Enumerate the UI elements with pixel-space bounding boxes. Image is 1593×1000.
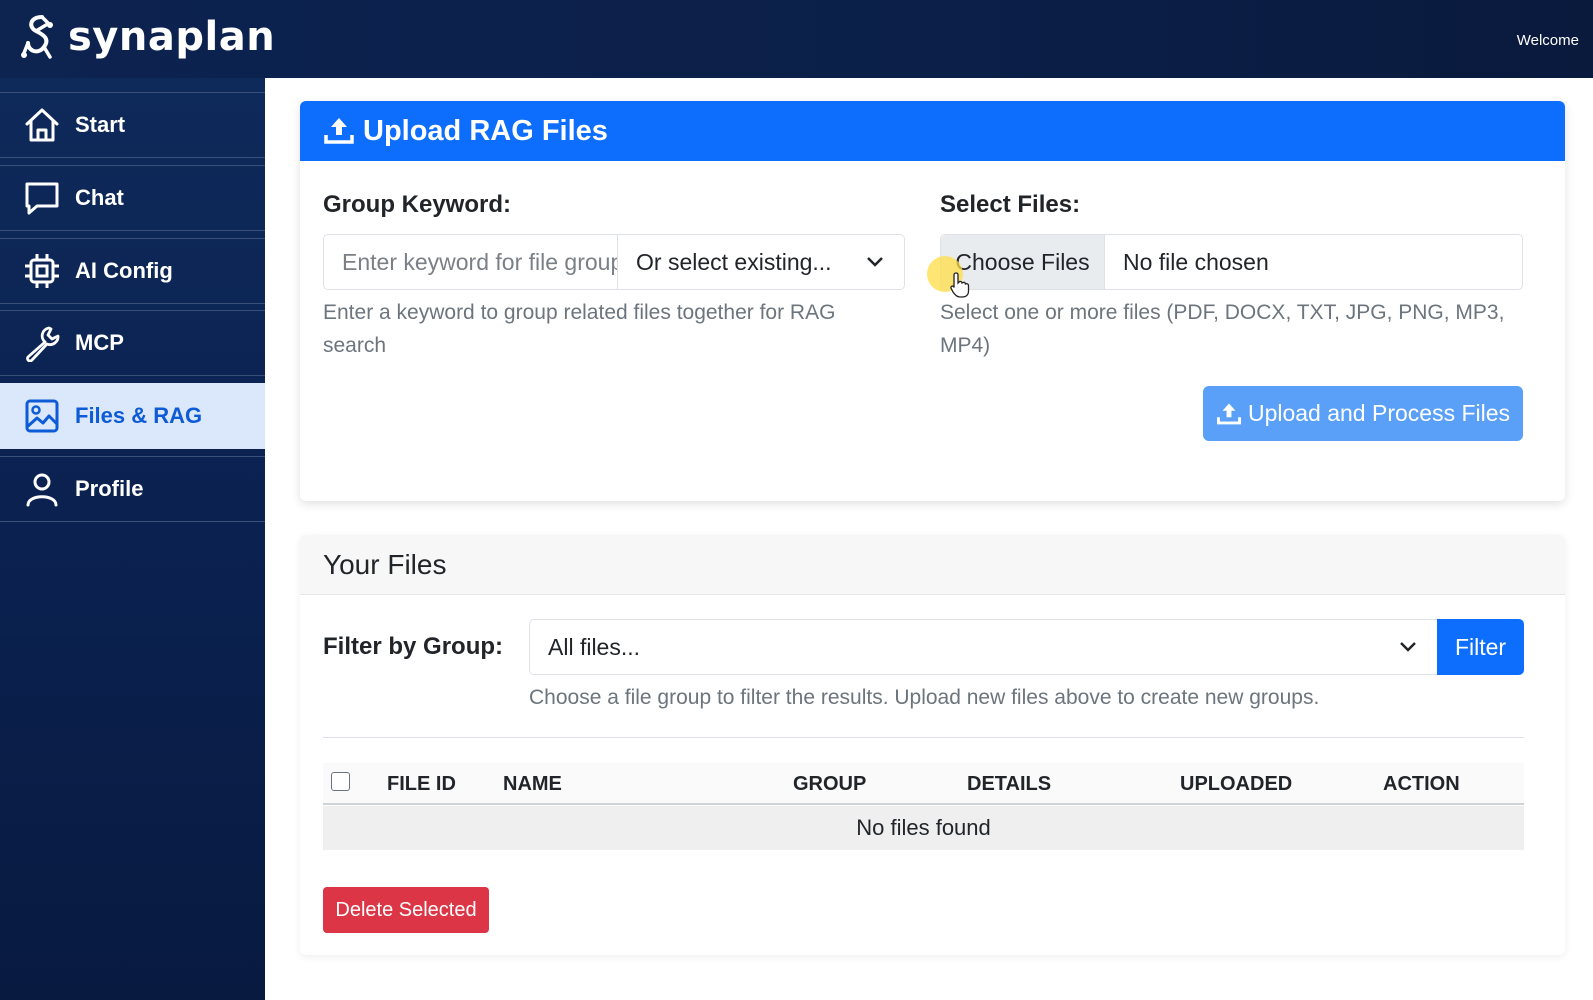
hand-cursor-icon	[950, 272, 970, 298]
column-header-file-id[interactable]: FILE ID	[387, 773, 456, 796]
files-table-header: FILE ID NAME GROUP DETAILS UPLOADED ACTI…	[323, 763, 1524, 805]
select-files-help: Select one or more files (PDF, DOCX, TXT…	[940, 301, 1505, 357]
filter-help: Choose a file group to filter the result…	[529, 686, 1320, 709]
sidebar-item-profile[interactable]: Profile	[0, 456, 265, 522]
filter-button[interactable]: Filter	[1437, 619, 1524, 675]
upload-icon	[324, 118, 354, 144]
files-card-header: Your Files	[300, 535, 1565, 595]
group-filter-select-value: All files...	[548, 633, 641, 660]
group-keyword-input-group: Or select existing...	[323, 234, 905, 290]
chip-icon	[23, 252, 61, 290]
column-header-action: ACTION	[1383, 773, 1460, 795]
column-header-uploaded[interactable]: UPLOADED	[1180, 773, 1292, 796]
sidebar-item-label: AI Config	[75, 258, 173, 283]
wrench-icon	[23, 324, 61, 362]
home-icon	[23, 106, 61, 144]
existing-group-select-value: Or select existing...	[636, 248, 832, 275]
welcome-text: Welcome	[1516, 32, 1579, 49]
sidebar-item-label: Start	[75, 112, 126, 137]
upload-process-button-label: Upload and Process Files	[1247, 400, 1511, 426]
group-keyword-input[interactable]	[324, 235, 618, 289]
brand[interactable]: synaplan	[20, 13, 275, 65]
sidebar-item-label: Profile	[75, 476, 144, 501]
existing-group-select[interactable]: Or select existing...	[618, 235, 904, 289]
sidebar-item-start[interactable]: Start	[0, 92, 265, 158]
divider	[323, 737, 1524, 738]
top-bar: synaplan Welcome	[0, 0, 1593, 78]
column-header-group[interactable]: GROUP	[793, 773, 866, 796]
upload-icon	[1216, 402, 1241, 424]
upload-process-button[interactable]: Upload and Process Files	[1203, 386, 1523, 441]
synaplan-logo-icon	[21, 15, 53, 59]
files-card-title: Your Files	[323, 548, 447, 580]
column-header-name[interactable]: NAME	[503, 773, 562, 796]
sidebar-item-label: Chat	[75, 185, 124, 210]
files-card: Your Files Filter by Group: All files...…	[300, 535, 1565, 955]
file-input[interactable]: Choose Files No file chosen	[940, 234, 1523, 290]
table-empty-row: No files found	[323, 806, 1524, 850]
select-files-label: Select Files:	[940, 191, 1081, 218]
delete-selected-button[interactable]: Delete Selected	[323, 887, 489, 933]
sidebar-item-files-rag[interactable]: Files & RAG	[0, 383, 265, 449]
group-keyword-help: Enter a keyword to group related files t…	[323, 301, 836, 357]
filter-by-group-label: Filter by Group:	[323, 633, 503, 660]
no-file-chosen-text: No file chosen	[1123, 248, 1269, 275]
select-all-checkbox[interactable]	[331, 772, 350, 791]
chat-icon	[23, 179, 61, 217]
brand-name: synaplan	[68, 14, 276, 60]
upload-card-title: Upload RAG Files	[363, 114, 608, 147]
main-content: Upload RAG Files Group Keyword: Or selec…	[265, 78, 1593, 1000]
sidebar: Start Chat AI Config MCP Files & RAG Pro…	[0, 78, 265, 1000]
chevron-down-icon	[1400, 642, 1416, 652]
upload-card: Upload RAG Files Group Keyword: Or selec…	[300, 101, 1565, 501]
sidebar-item-ai-config[interactable]: AI Config	[0, 238, 265, 304]
group-filter-select[interactable]: All files...	[529, 619, 1437, 675]
column-header-details[interactable]: DETAILS	[967, 773, 1051, 796]
upload-card-header: Upload RAG Files	[300, 101, 1565, 161]
sidebar-item-label: Files & RAG	[75, 403, 203, 428]
sidebar-item-chat[interactable]: Chat	[0, 165, 265, 231]
sidebar-item-mcp[interactable]: MCP	[0, 310, 265, 376]
chevron-down-icon	[867, 257, 883, 267]
sidebar-item-label: MCP	[75, 330, 124, 355]
group-keyword-label: Group Keyword:	[323, 191, 512, 218]
image-icon	[23, 397, 61, 435]
person-icon	[23, 470, 61, 508]
